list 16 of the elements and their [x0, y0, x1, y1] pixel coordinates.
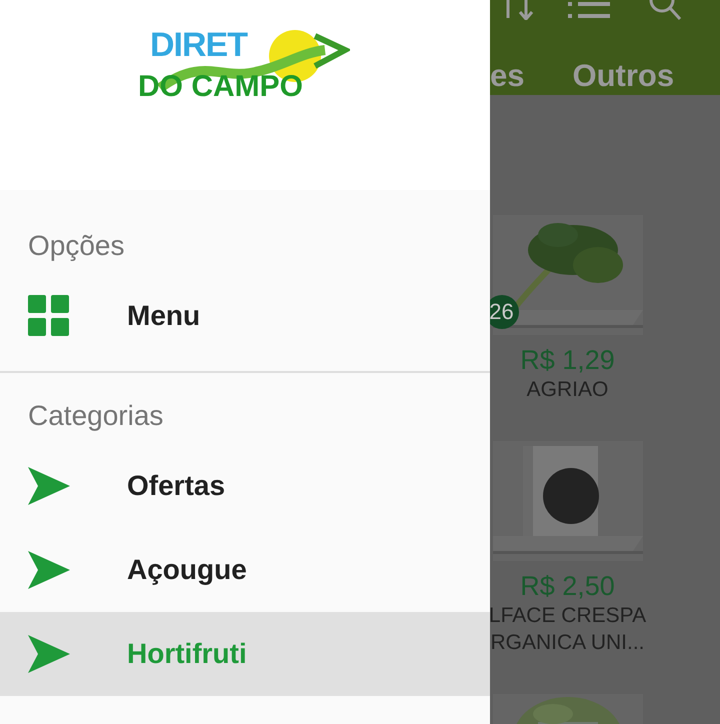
arrow-icon — [28, 551, 70, 589]
logo-text: DO CAMPO — [138, 70, 303, 104]
product-price: R$ 1,29 — [520, 345, 615, 376]
list-icon[interactable] — [566, 0, 612, 20]
logo-text: DIRET — [150, 26, 247, 65]
drawer-item[interactable]: Açougue — [0, 528, 490, 612]
arrow-icon — [28, 467, 70, 505]
product-name: RGANICA UNI... — [490, 630, 645, 656]
drawer-item[interactable]: Ofertas — [0, 444, 490, 528]
section-header: Categorias — [27, 399, 164, 433]
section-header: Opções — [27, 229, 126, 263]
product-price: R$ 2,50 — [520, 571, 615, 602]
arrow-icon — [28, 635, 70, 673]
product-name: AGRIAO — [526, 377, 608, 403]
grid-icon — [28, 295, 70, 337]
product-name: LFACE CRESPA — [488, 603, 646, 629]
